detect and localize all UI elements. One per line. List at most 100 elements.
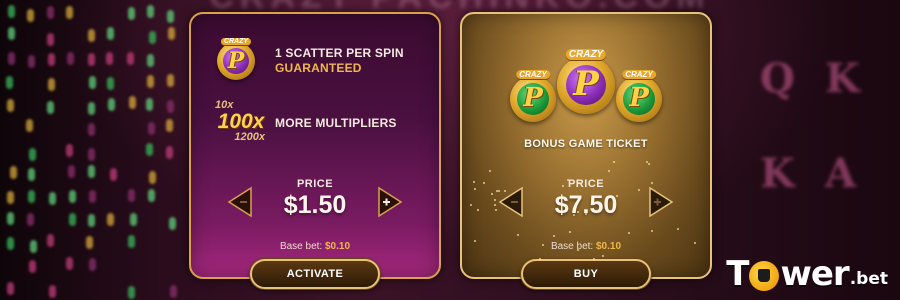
background-decoration [86, 236, 94, 250]
sparkle-decoration [650, 230, 653, 233]
background-decoration [7, 212, 15, 226]
background-decoration [146, 98, 154, 112]
bonus-ticket-card: P CRAZY P CRAZY P CRAZY BONUS GAME TICKE… [460, 12, 712, 289]
background-decoration [9, 165, 17, 179]
price-decrease-button[interactable] [227, 186, 253, 218]
background-decoration [46, 6, 54, 20]
scatter-feature-text: 1 SCATTER PER SPIN GUARANTEED [275, 46, 404, 76]
background-decoration [7, 282, 15, 296]
reel-symbol: K [825, 55, 860, 102]
background-decoration [107, 213, 114, 227]
activate-button[interactable]: ACTIVATE [250, 259, 380, 289]
background-decoration [129, 96, 137, 110]
background-decoration [48, 52, 56, 66]
background-decoration [108, 98, 116, 112]
background-decoration [28, 260, 36, 274]
background-decoration [68, 190, 76, 204]
reel-symbol: K [760, 150, 795, 197]
background-decoration [48, 191, 56, 205]
background-decoration [47, 78, 55, 92]
sparkle-decoration [490, 192, 493, 195]
arrow-right-icon [649, 186, 674, 218]
arrow-right-icon [378, 186, 403, 218]
sparkle-decoration [628, 231, 631, 234]
base-bet-info: Base bet: $0.10 [191, 241, 439, 252]
background-decoration [169, 285, 177, 299]
background-decoration [127, 234, 135, 248]
scatter-feature-row: P CRAZY 1 SCATTER PER SPIN GUARANTEED [211, 34, 404, 88]
base-bet-label: Base bet: [279, 241, 323, 252]
background-decoration [6, 75, 14, 89]
background-decoration [66, 144, 74, 158]
background-decoration [109, 168, 117, 182]
background-decoration [88, 190, 96, 204]
background-decoration [146, 54, 154, 68]
crazy-p-coin-icon: P CRAZY [557, 49, 615, 114]
price-increase-button[interactable] [648, 186, 674, 218]
background-decoration [27, 54, 35, 68]
background-decoration [166, 145, 173, 159]
background-decoration [49, 285, 57, 299]
buy-button[interactable]: BUY [521, 259, 651, 289]
crazy-p-coin-icon: P CRAZY [510, 70, 556, 122]
crazy-p-coin-icon: P CRAZY [616, 70, 662, 122]
background-decoration [149, 170, 156, 184]
background-decoration [27, 167, 35, 181]
background-decoration [68, 212, 76, 226]
background-decoration [6, 237, 14, 251]
multiplier-feature-row: 10x 100x 1200x MORE MULTIPLIERS [211, 96, 397, 150]
background-decoration [88, 75, 96, 89]
sparkle-decoration [516, 234, 519, 237]
sparkle-decoration [576, 210, 579, 213]
sparkle-decoration [694, 241, 697, 244]
logo-suffix: .bet [849, 269, 888, 289]
sparkle-decoration [577, 181, 580, 184]
sparkle-decoration [552, 235, 555, 238]
background-decoration [106, 52, 114, 66]
background-decoration [149, 31, 157, 45]
sparkle-decoration [676, 227, 679, 230]
base-bet-label: Base bet: [550, 241, 594, 252]
left-reel-background [0, 0, 185, 300]
background-decoration [167, 9, 175, 23]
logo-wordmark: Twer [726, 254, 849, 294]
background-decoration [166, 119, 174, 132]
arrow-left-icon [227, 186, 252, 218]
bonus-ticket-title: BONUS GAME TICKET [524, 138, 648, 150]
background-decoration [168, 27, 176, 41]
reel-symbol: Q [760, 55, 795, 102]
background-decoration [26, 212, 34, 226]
background-decoration [67, 165, 75, 179]
base-bet-info: Base bet: $0.10 [462, 241, 710, 252]
arrow-left-icon [498, 186, 523, 218]
background-decoration [8, 27, 16, 41]
background-decoration [27, 189, 35, 203]
price-increase-button[interactable] [377, 186, 403, 218]
sparkle-decoration [608, 169, 611, 172]
sparkle-decoration [647, 163, 650, 166]
background-decoration [88, 257, 96, 271]
multipliers-icon: 10x 100x 1200x [215, 99, 265, 143]
price-decrease-button[interactable] [498, 186, 524, 218]
background-decoration [146, 142, 154, 156]
background-decoration [126, 52, 134, 66]
scatter-feature-line2: GUARANTEED [275, 61, 362, 75]
base-bet-value: $0.10 [325, 241, 351, 252]
logo-o-icon [749, 261, 780, 291]
reel-symbol: A [825, 150, 857, 197]
background-decoration [26, 119, 34, 133]
background-decoration [128, 285, 136, 299]
background-decoration [167, 74, 175, 88]
scatter-feature-line1: 1 SCATTER PER SPIN [275, 46, 404, 60]
feature-offer-card: P CRAZY 1 SCATTER PER SPIN GUARANTEED 10… [189, 12, 441, 289]
sparkle-decoration [612, 160, 615, 163]
background-decoration [129, 213, 137, 227]
background-decoration [28, 147, 36, 161]
background-decoration [6, 99, 14, 113]
background-decoration [88, 147, 96, 161]
background-decoration [66, 5, 74, 19]
background-decoration [26, 9, 34, 23]
tower-bet-logo: Twer .bet [726, 246, 888, 294]
background-decoration [148, 122, 156, 136]
sparkle-decoration [592, 257, 595, 260]
